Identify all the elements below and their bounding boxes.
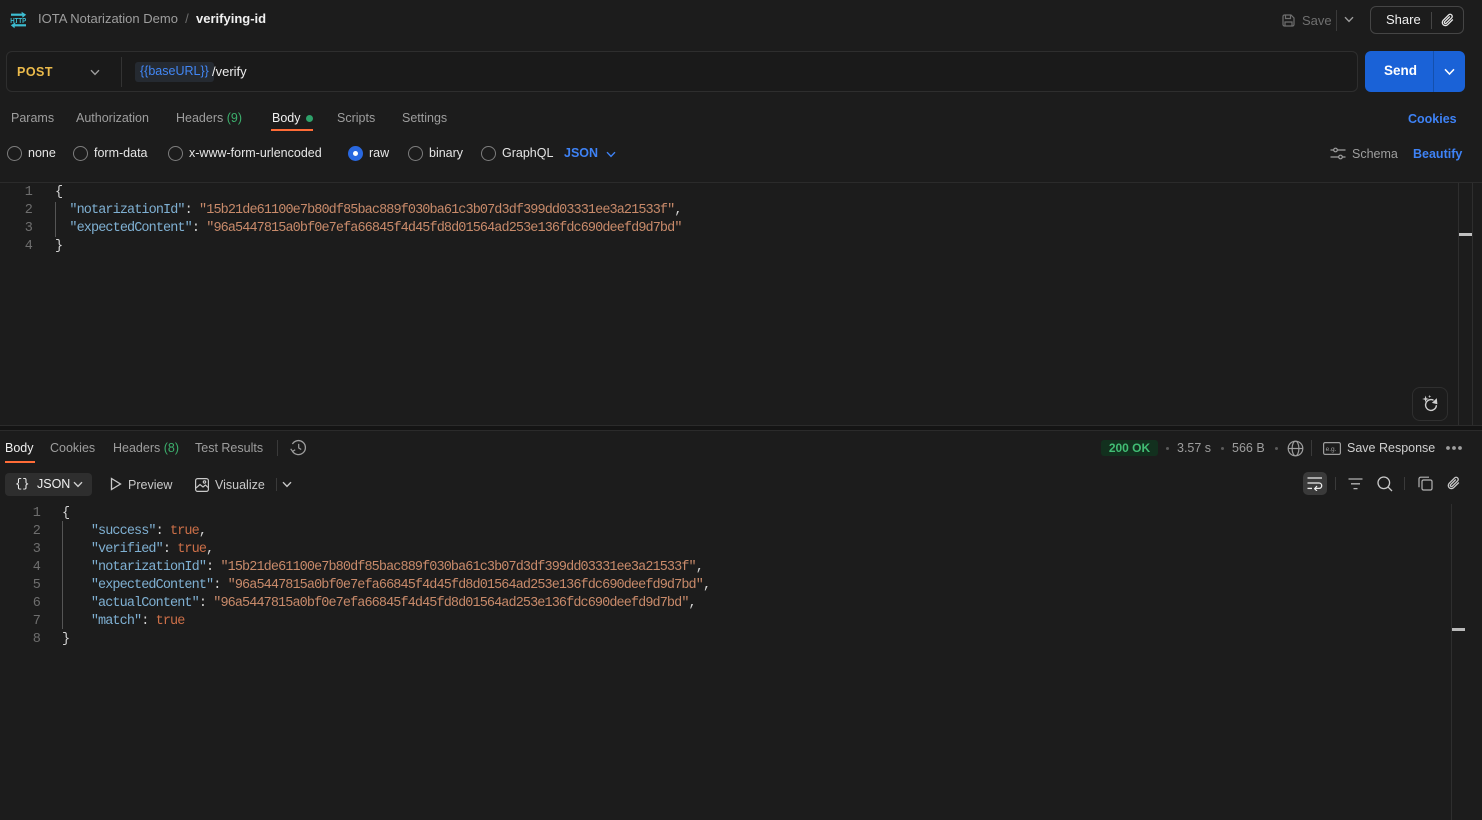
svg-text:e.g.: e.g. <box>1326 446 1337 453</box>
svg-text:HTTP: HTTP <box>10 18 26 25</box>
